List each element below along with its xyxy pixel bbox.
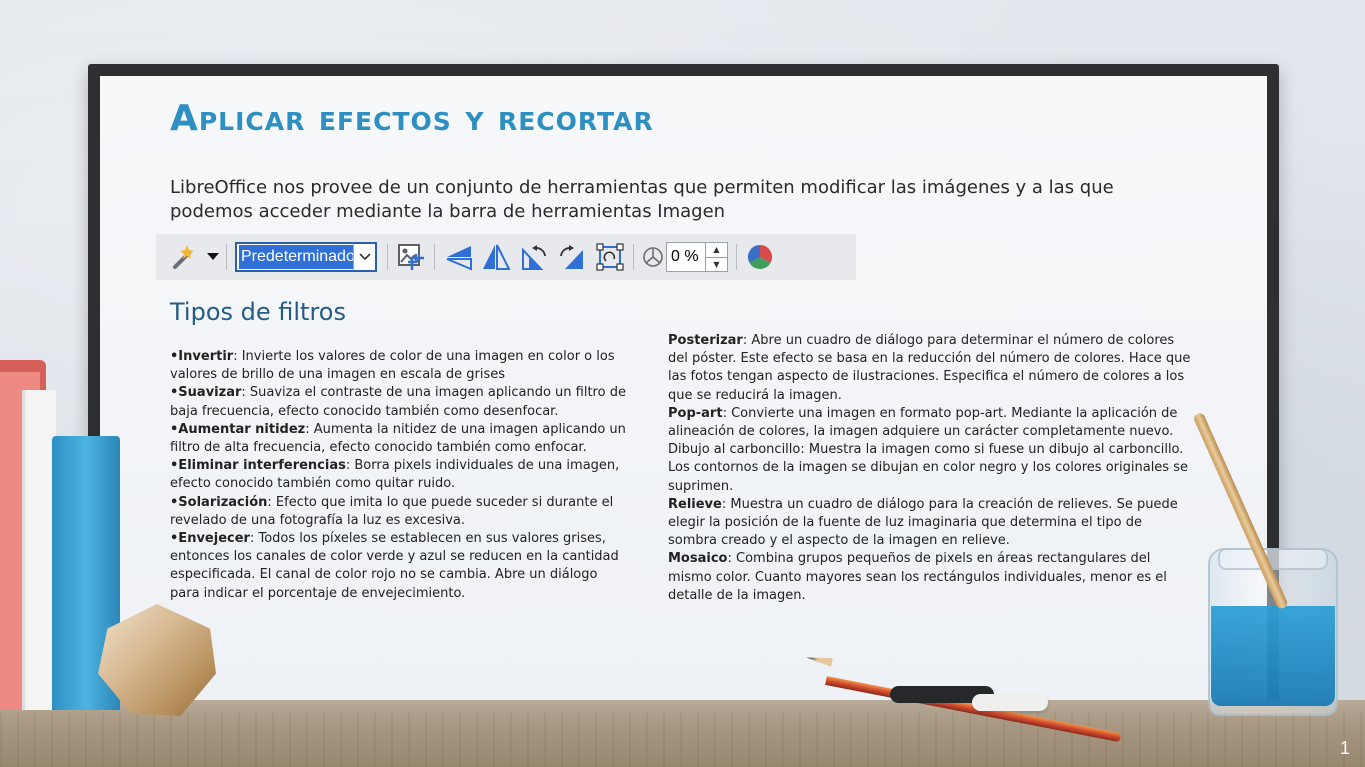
filter-item: Mosaico: Combina grupos pequeños de pixe… <box>668 550 1194 605</box>
toolbar-separator <box>736 244 737 270</box>
filter-desc: : Combina grupos pequeños de pixels en á… <box>668 551 1167 603</box>
filter-desc: Dibujo al carboncillo: Muestra la imagen… <box>668 442 1188 494</box>
filter-name: Mosaico <box>668 551 728 567</box>
eraser <box>972 694 1048 711</box>
flip-horizontal-icon[interactable] <box>481 242 511 272</box>
transparency-icon[interactable] <box>642 242 664 272</box>
filter-item: •Envejecer: Todos los píxeles se estable… <box>170 530 626 603</box>
slide-title: Aplicar efectos y recortar <box>170 98 654 139</box>
rotate-right-icon[interactable] <box>557 242 587 272</box>
spin-up-icon[interactable]: ▲ <box>706 243 727 258</box>
flip-vertical-icon[interactable] <box>443 242 473 272</box>
transparency-value[interactable]: 0 % <box>667 248 705 266</box>
filter-name: Posterizar <box>668 333 743 348</box>
filter-item: Dibujo al carboncillo: Muestra la imagen… <box>668 441 1194 496</box>
crop-icon[interactable] <box>396 242 426 272</box>
jar-water <box>1211 606 1335 706</box>
rotate-icon[interactable] <box>595 242 625 272</box>
toolbar-separator <box>226 244 227 270</box>
filter-desc: : Muestra un cuadro de diálogo para la c… <box>668 496 1178 549</box>
color-icon[interactable] <box>745 242 775 272</box>
filters-right-column: Posterizar: Abre un cuadro de diálogo pa… <box>668 332 1194 605</box>
toolbar-separator <box>633 244 634 270</box>
white-book <box>22 390 56 710</box>
filter-name: •Solarización <box>170 494 268 510</box>
spin-arrows[interactable]: ▲ ▼ <box>705 243 727 271</box>
rotate-left-icon[interactable] <box>519 242 549 272</box>
filter-name: •Envejecer <box>170 531 250 547</box>
transparency-spinbox[interactable]: 0 % ▲ ▼ <box>666 242 728 272</box>
filter-desc: : Invierte los valores de color de una i… <box>170 349 615 383</box>
filter-item: •Invertir: Invierte los valores de color… <box>170 348 626 384</box>
dropdown-arrow-icon[interactable] <box>206 242 220 272</box>
filter-item: Pop-art: Convierte una imagen en formato… <box>668 405 1194 441</box>
graphics-mode-select[interactable]: Predeterminado <box>235 242 377 272</box>
filter-name: Pop-art <box>668 405 723 421</box>
filter-desc: : Abre un cuadro de diálogo para determi… <box>668 333 1191 403</box>
slide-intro: LibreOffice nos provee de un conjunto de… <box>170 177 1114 222</box>
page-number: 1 <box>1340 738 1351 758</box>
magic-wand-icon[interactable] <box>168 242 198 272</box>
filter-name: •Eliminar interferencias <box>170 458 346 474</box>
toolbar-separator <box>434 244 435 270</box>
filter-item: •Solarización: Efecto que imita lo que p… <box>170 494 626 530</box>
spin-down-icon[interactable]: ▼ <box>706 258 727 272</box>
toolbar-separator <box>387 244 388 270</box>
filter-name: •Suavizar <box>170 385 242 401</box>
filter-item: •Eliminar interferencias: Borra pixels i… <box>170 457 626 493</box>
filter-item: •Aumentar nitidez: Aumenta la nitidez de… <box>170 421 626 457</box>
chevron-down-icon[interactable] <box>353 244 375 270</box>
image-toolbar: Predeterminado 0 % ▲ ▼ <box>156 234 856 280</box>
jar-neck <box>1218 548 1328 570</box>
filter-name: •Invertir <box>170 349 234 364</box>
wood-grain <box>0 712 1365 767</box>
filter-item: Relieve: Muestra un cuadro de diálogo pa… <box>668 496 1194 551</box>
filter-item: Posterizar: Abre un cuadro de diálogo pa… <box>668 332 1194 405</box>
filters-left-column: •Invertir: Invierte los valores de color… <box>170 348 626 603</box>
section-subtitle: Tipos de filtros <box>170 298 346 326</box>
filter-item: •Suavizar: Suaviza el contraste de una i… <box>170 384 626 420</box>
filter-name: Relieve <box>668 496 722 512</box>
filter-desc: : Convierte una imagen en formato pop-ar… <box>668 405 1178 440</box>
graphics-mode-value: Predeterminado <box>239 245 353 269</box>
filter-name: •Aumentar nitidez <box>170 421 306 437</box>
